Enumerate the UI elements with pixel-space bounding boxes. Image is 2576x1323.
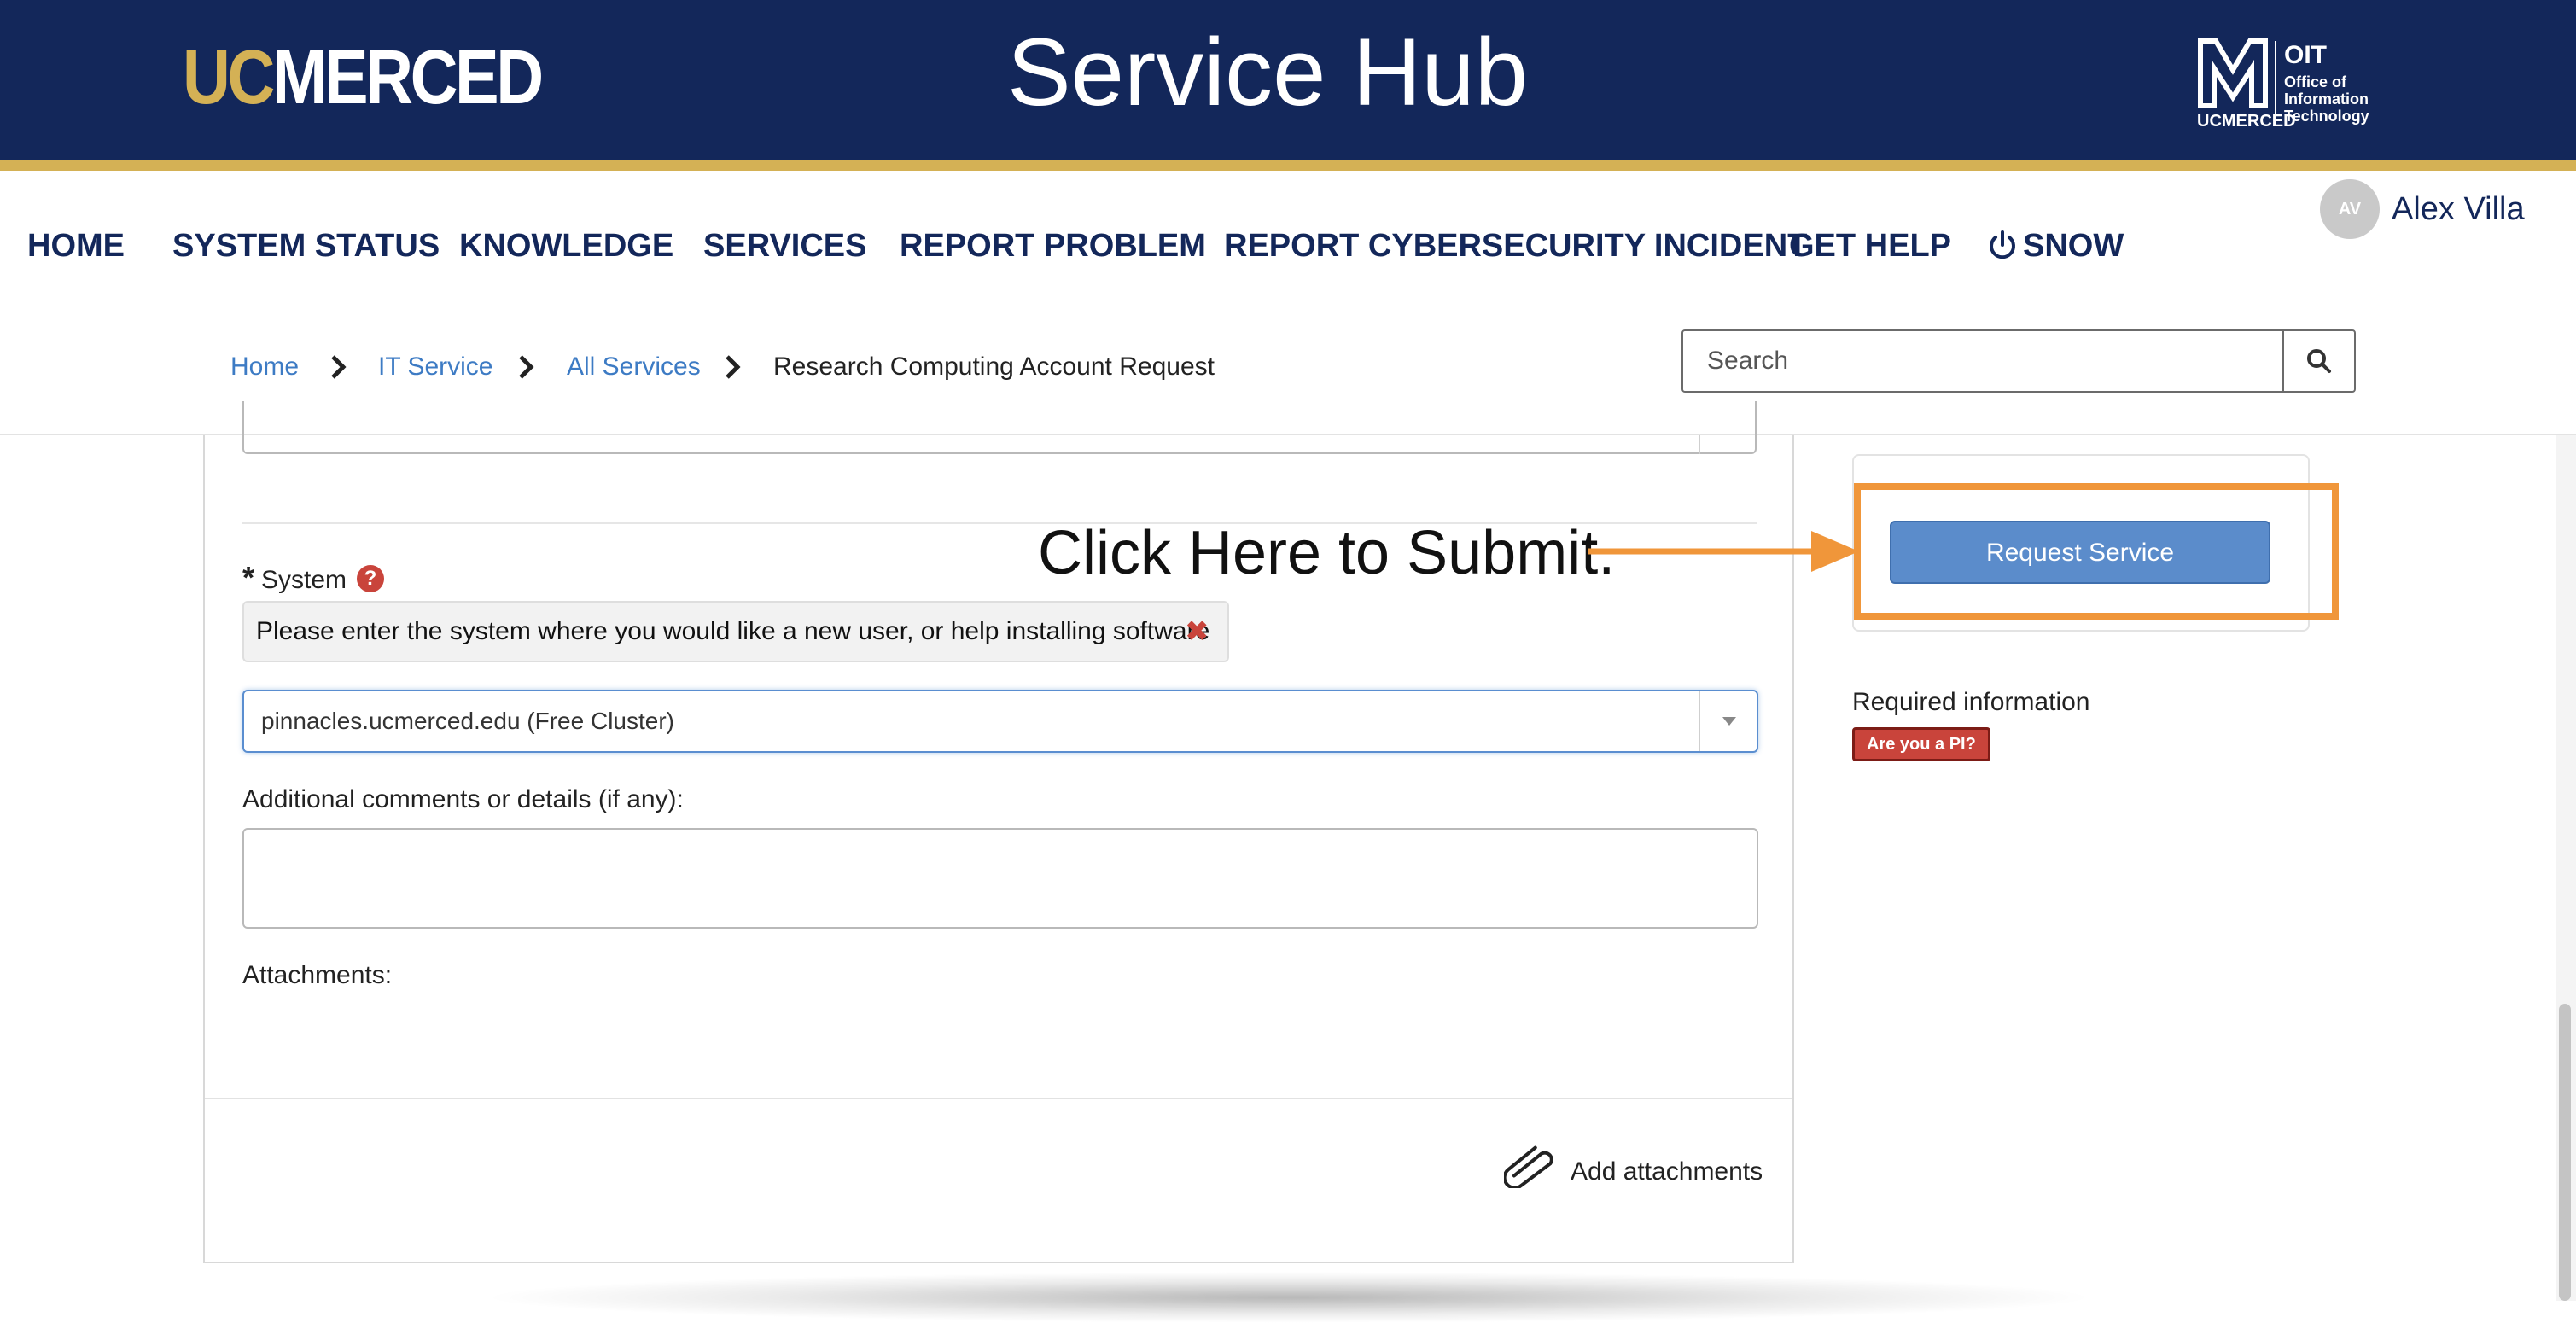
logo-merced-text: MERCED — [271, 35, 544, 120]
search-icon — [2307, 349, 2331, 373]
nav-report-cybersecurity-incident[interactable]: REPORT CYBERSECURITY INCIDENT — [1224, 224, 1807, 268]
annotation-arrow-icon — [1588, 531, 1859, 572]
form-panel-border — [203, 1262, 1794, 1263]
required-marker: * — [242, 560, 255, 595]
system-select[interactable]: pinnacles.ucmerced.edu (Free Cluster) — [242, 690, 1758, 753]
oit-line2: Information — [2284, 90, 2369, 108]
nav-knowledge[interactable]: KNOWLEDGE — [459, 224, 673, 268]
nav-snow-label: SNOW — [2023, 228, 2124, 264]
m-mark-icon — [2198, 38, 2268, 108]
required-info-label: Required information — [1852, 688, 2090, 716]
breadcrumb-home[interactable]: Home — [230, 350, 299, 384]
paperclip-icon — [1504, 1145, 1553, 1188]
search-input[interactable] — [1683, 331, 2281, 391]
system-label: System — [261, 566, 347, 594]
chevron-down-icon — [1722, 717, 1736, 726]
comments-label: Additional comments or details (if any): — [242, 785, 684, 813]
user-name[interactable]: Alex Villa — [2392, 189, 2525, 229]
power-icon — [1990, 230, 2015, 259]
chevron-right-icon — [726, 355, 741, 379]
chevron-right-icon — [331, 355, 347, 379]
nav-get-help[interactable]: GET HELP — [1789, 224, 1951, 268]
annotation-text: Click Here to Submit. — [1038, 519, 1616, 587]
system-select-toggle[interactable] — [1699, 691, 1757, 751]
close-icon[interactable]: ✖ — [1185, 603, 1209, 661]
breadcrumb-it-service[interactable]: IT Service — [378, 350, 493, 384]
oit-line1: Office of — [2284, 73, 2347, 90]
form-panel-border — [203, 435, 205, 1263]
breadcrumb-all-services[interactable]: All Services — [567, 350, 701, 384]
oit-name: OIT — [2284, 41, 2327, 69]
previous-field-input[interactable] — [242, 401, 1757, 454]
system-select-value: pinnacles.ucmerced.edu (Free Cluster) — [261, 708, 674, 734]
bottom-shadow — [478, 1272, 2100, 1323]
chevron-right-icon — [519, 355, 534, 379]
breadcrumb-current: Research Computing Account Request — [773, 353, 1215, 381]
oit-line3: Technology — [2284, 108, 2369, 125]
add-attachments-label: Add attachments — [1571, 1157, 1763, 1186]
comments-field[interactable] — [242, 828, 1758, 929]
nav-services[interactable]: SERVICES — [703, 224, 866, 268]
attachments-label: Attachments: — [242, 961, 393, 989]
system-error-message: Please enter the system where you would … — [242, 601, 1229, 662]
logo-uc-text: UC — [183, 35, 275, 120]
nav-system-status[interactable]: SYSTEM STATUS — [172, 224, 440, 268]
scrollbar-thumb[interactable] — [2559, 1004, 2571, 1301]
avatar[interactable]: AV — [2320, 179, 2380, 239]
previous-field-divider — [1699, 435, 1700, 454]
search-button[interactable] — [2282, 331, 2354, 391]
required-info-badge[interactable]: Are you a PI? — [1852, 727, 1990, 761]
search-box — [1681, 329, 2356, 393]
nav-report-problem[interactable]: REPORT PROBLEM — [900, 224, 1206, 268]
nav-home[interactable]: HOME — [27, 224, 125, 268]
oit-sub-text: UCMERCED — [2197, 112, 2296, 131]
system-error-text: Please enter the system where you would … — [256, 617, 1210, 645]
oit-logo[interactable]: UCMERCED OIT Office of Information Techn… — [2195, 38, 2392, 131]
help-icon[interactable]: ? — [357, 565, 384, 592]
annotation-highlight-box — [1854, 483, 2339, 620]
form-panel-footer-divider — [205, 1098, 1792, 1099]
site-title: Service Hub — [1006, 19, 1529, 125]
ucmerced-logo[interactable]: UCMERCED — [183, 39, 544, 116]
